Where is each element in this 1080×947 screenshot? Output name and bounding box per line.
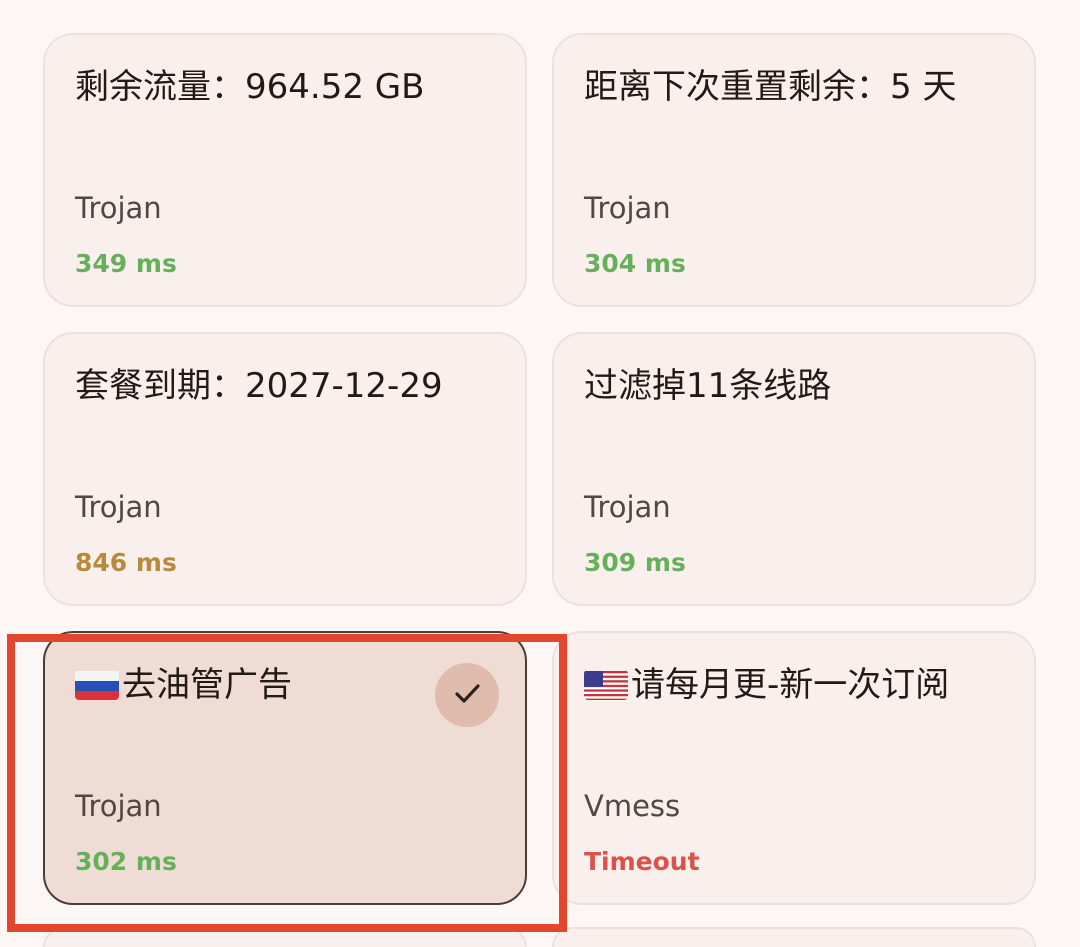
node-latency: 349 ms [75,249,177,278]
node-protocol: Trojan [584,191,671,225]
node-protocol: Trojan [75,789,162,823]
node-latency: 302 ms [75,847,177,876]
node-title: 剩余流量：964.52 GB [75,67,425,107]
node-card-selected[interactable]: 去油管广告 Trojan 302 ms [43,631,527,905]
node-latency: 304 ms [584,249,686,278]
node-protocol: Trojan [75,490,162,524]
node-latency: 846 ms [75,548,177,577]
selected-badge [435,663,499,727]
node-title: 距离下次重置剩余：5 天 [584,67,957,107]
node-title: 请每月更-新一次订阅 [584,665,949,705]
node-card-partial[interactable] [43,927,527,947]
node-card[interactable]: 请每月更-新一次订阅 Vmess Timeout [552,631,1036,905]
node-title-text: 去油管广告 [122,665,292,705]
node-title: 去油管广告 [75,665,292,705]
node-title: 过滤掉11条线路 [584,366,832,406]
node-latency: 309 ms [584,548,686,577]
node-card[interactable]: 距离下次重置剩余：5 天 Trojan 304 ms [552,33,1036,307]
russia-flag-icon [75,670,119,700]
node-card[interactable]: 剩余流量：964.52 GB Trojan 349 ms [43,33,527,307]
node-latency: Timeout [584,847,700,876]
node-card[interactable]: 过滤掉11条线路 Trojan 309 ms [552,332,1036,606]
node-protocol: Vmess [584,789,681,823]
node-title: 套餐到期：2027-12-29 [75,366,443,406]
node-card-partial[interactable] [552,927,1036,947]
node-title-text: 请每月更-新一次订阅 [631,665,950,705]
node-protocol: Trojan [75,191,162,225]
check-icon [451,677,483,713]
usa-flag-icon [584,670,628,700]
node-card[interactable]: 套餐到期：2027-12-29 Trojan 846 ms [43,332,527,606]
node-protocol: Trojan [584,490,671,524]
